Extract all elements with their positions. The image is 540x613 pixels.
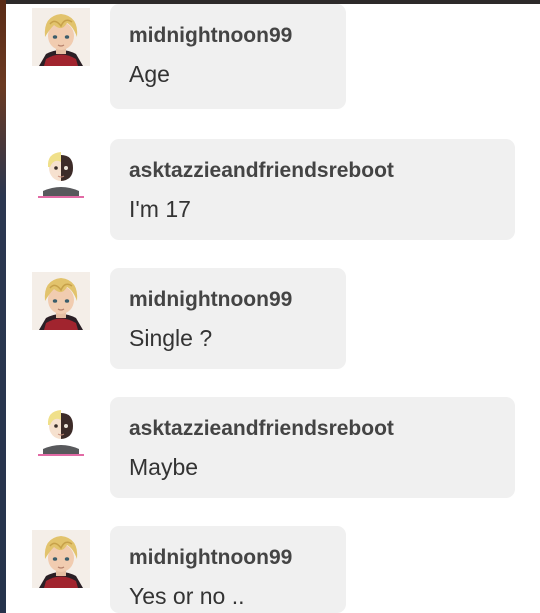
- message-bubble: midnightnoon99 Age: [110, 4, 346, 109]
- message-author[interactable]: asktazzieandfriendsreboot: [129, 417, 496, 441]
- avatar[interactable]: [32, 143, 90, 201]
- message-text: Maybe: [129, 454, 199, 480]
- message-bubble: midnightnoon99 Single ?: [110, 268, 346, 369]
- message-bubble: midnightnoon99 Yes or no ..: [110, 526, 346, 613]
- avatar[interactable]: [32, 401, 90, 459]
- message-author[interactable]: midnightnoon99: [129, 546, 327, 570]
- message-author[interactable]: midnightnoon99: [129, 24, 327, 48]
- chat-thread[interactable]: midnightnoon99 Age asktazzieandfriendsre…: [6, 4, 540, 613]
- message-text: I'm 17: [129, 196, 191, 222]
- message-text: Age: [129, 61, 170, 87]
- blond-avatar-icon: [32, 530, 90, 588]
- message-bubble: asktazzieandfriendsreboot Maybe: [110, 397, 515, 498]
- avatar[interactable]: [32, 272, 90, 330]
- message-author[interactable]: midnightnoon99: [129, 288, 327, 312]
- message-author[interactable]: asktazzieandfriendsreboot: [129, 159, 496, 183]
- blond-avatar-icon: [32, 272, 90, 330]
- half-face-avatar-icon: [32, 401, 90, 459]
- avatar[interactable]: [32, 8, 90, 66]
- blond-avatar-icon: [32, 8, 90, 66]
- message-text: Yes or no ..: [129, 583, 245, 609]
- half-face-avatar-icon: [32, 143, 90, 201]
- message-text: Single ?: [129, 325, 213, 351]
- avatar[interactable]: [32, 530, 90, 588]
- message-bubble: asktazzieandfriendsreboot I'm 17: [110, 139, 515, 240]
